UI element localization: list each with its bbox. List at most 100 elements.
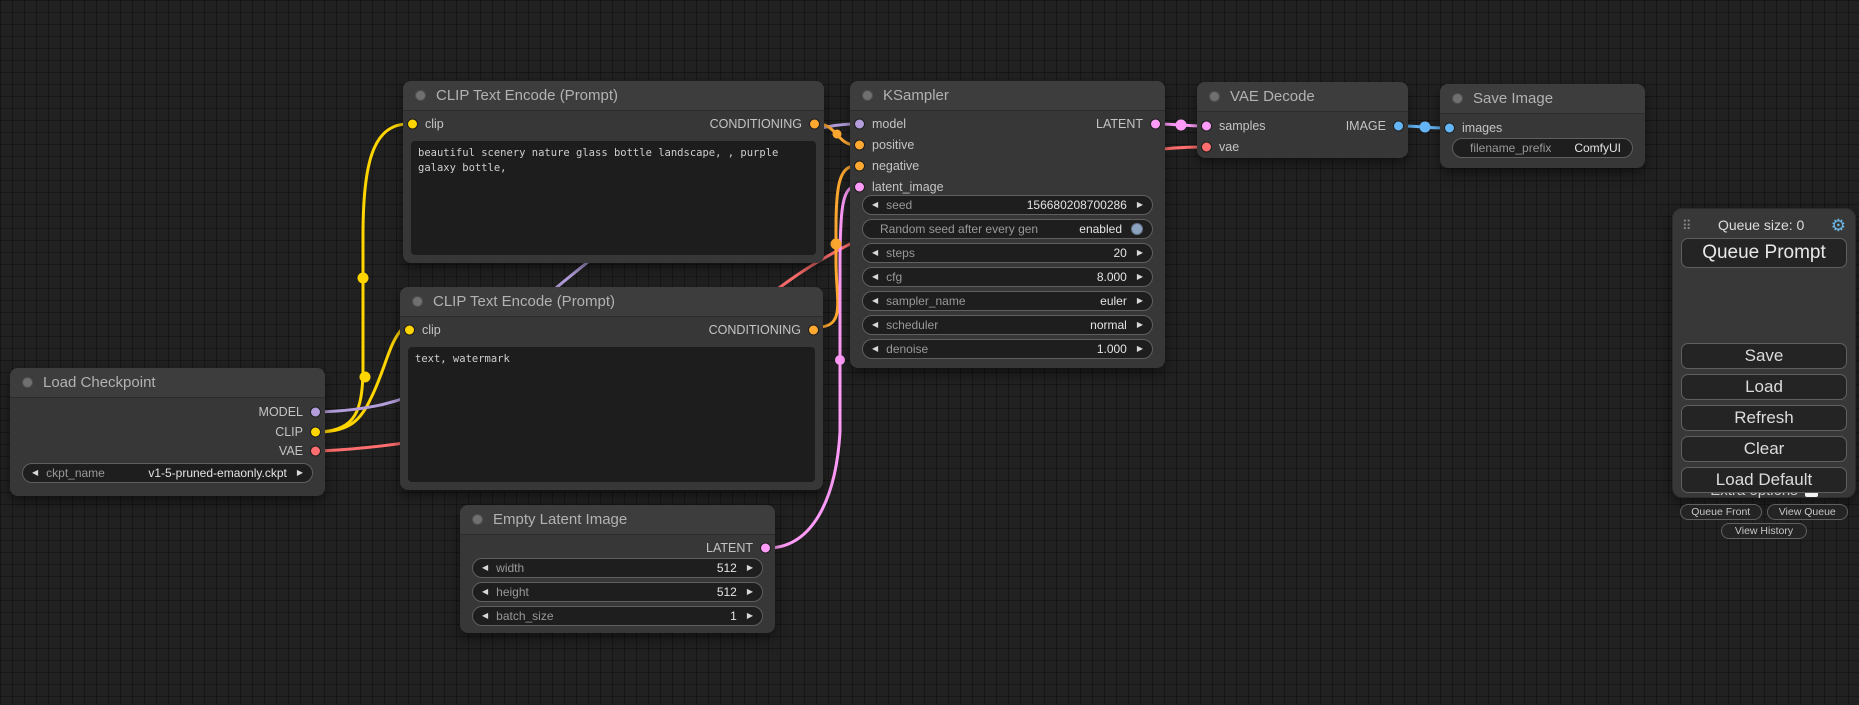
node-title-bar[interactable]: Empty Latent Image — [460, 505, 775, 535]
increment-arrow-icon[interactable]: ▶ — [1137, 297, 1143, 305]
model-input-port[interactable] — [855, 120, 864, 129]
settings-gear-icon[interactable]: ⚙ — [1831, 217, 1846, 234]
collapse-dot-icon[interactable] — [22, 377, 33, 388]
increment-arrow-icon[interactable]: ▶ — [297, 469, 303, 477]
filename-prefix-widget[interactable]: filename_prefix ComfyUI — [1452, 138, 1633, 158]
node-title-bar[interactable]: KSampler — [850, 81, 1165, 111]
image-output-port[interactable] — [1394, 122, 1403, 131]
widget-label: Random seed after every gen — [880, 222, 1038, 236]
increment-arrow-icon[interactable]: ▶ — [747, 612, 753, 620]
batch-size-widget[interactable]: ◀ batch_size 1 ▶ — [472, 606, 763, 626]
increment-arrow-icon[interactable]: ▶ — [1137, 273, 1143, 281]
node-save-image[interactable]: Save Image images filename_prefix ComfyU… — [1440, 84, 1645, 168]
positive-prompt-textarea[interactable]: beautiful scenery nature glass bottle la… — [411, 141, 816, 255]
decrement-arrow-icon[interactable]: ◀ — [872, 201, 878, 209]
latent-output-port[interactable] — [1151, 120, 1160, 129]
link-midpoint-dot — [831, 239, 842, 250]
node-vae-decode[interactable]: VAE Decode samples vae IMAGE — [1197, 82, 1408, 158]
cfg-widget[interactable]: ◀ cfg 8.000 ▶ — [862, 267, 1153, 287]
scheduler-widget[interactable]: ◀ scheduler normal ▶ — [862, 315, 1153, 335]
node-empty-latent-image[interactable]: Empty Latent Image LATENT ◀ width 512 ▶ … — [460, 505, 775, 633]
increment-arrow-icon[interactable]: ▶ — [747, 588, 753, 596]
negative-prompt-textarea[interactable]: text, watermark — [408, 347, 815, 482]
toggle-indicator-icon[interactable] — [1131, 223, 1143, 235]
collapse-dot-icon[interactable] — [472, 514, 483, 525]
decrement-arrow-icon[interactable]: ◀ — [872, 321, 878, 329]
link-midpoint-dot — [833, 130, 842, 139]
node-title-bar[interactable]: VAE Decode — [1197, 82, 1408, 112]
node-title-bar[interactable]: CLIP Text Encode (Prompt) — [400, 287, 823, 317]
load-default-button[interactable]: Load Default — [1681, 467, 1847, 493]
decrement-arrow-icon[interactable]: ◀ — [482, 588, 488, 596]
vae-input-port[interactable] — [1202, 143, 1211, 152]
slot-clip-input: clip — [403, 114, 444, 134]
positive-input-port[interactable] — [855, 141, 864, 150]
decrement-arrow-icon[interactable]: ◀ — [482, 564, 488, 572]
decrement-arrow-icon[interactable]: ◀ — [32, 469, 38, 477]
conditioning-output-port[interactable] — [810, 120, 819, 129]
node-load-checkpoint[interactable]: Load Checkpoint MODEL CLIP VAE ◀ ckpt_na… — [10, 368, 325, 496]
decrement-arrow-icon[interactable]: ◀ — [482, 612, 488, 620]
conditioning-output-port[interactable] — [809, 326, 818, 335]
node-clip-text-encode-negative[interactable]: CLIP Text Encode (Prompt) clip CONDITION… — [400, 287, 823, 490]
node-graph-canvas[interactable]: Load Checkpoint MODEL CLIP VAE ◀ ckpt_na… — [0, 0, 1859, 705]
model-output-port[interactable] — [311, 408, 320, 417]
view-queue-button[interactable]: View Queue — [1767, 504, 1849, 520]
vae-output-port[interactable] — [311, 447, 320, 456]
clip-input-port[interactable] — [405, 326, 414, 335]
queue-front-button[interactable]: Queue Front — [1680, 504, 1762, 520]
denoise-widget[interactable]: ◀ denoise 1.000 ▶ — [862, 339, 1153, 359]
negative-input-port[interactable] — [855, 162, 864, 171]
slot-label: LATENT — [1096, 117, 1143, 131]
load-button[interactable]: Load — [1681, 374, 1847, 400]
ckpt-name-widget[interactable]: ◀ ckpt_name v1-5-pruned-emaonly.ckpt ▶ — [22, 463, 313, 483]
node-title-bar[interactable]: Load Checkpoint — [10, 368, 325, 398]
node-clip-text-encode-positive[interactable]: CLIP Text Encode (Prompt) clip CONDITION… — [403, 81, 824, 263]
increment-arrow-icon[interactable]: ▶ — [1137, 321, 1143, 329]
refresh-button[interactable]: Refresh — [1681, 405, 1847, 431]
width-widget[interactable]: ◀ width 512 ▶ — [472, 558, 763, 578]
drag-handle-icon[interactable]: ⠿ — [1682, 219, 1692, 232]
decrement-arrow-icon[interactable]: ◀ — [872, 297, 878, 305]
node-title-bar[interactable]: Save Image — [1440, 84, 1645, 114]
decrement-arrow-icon[interactable]: ◀ — [872, 345, 878, 353]
collapse-dot-icon[interactable] — [412, 296, 423, 307]
slot-label: LATENT — [706, 541, 753, 555]
collapse-dot-icon[interactable] — [415, 90, 426, 101]
slot-label: vae — [1219, 140, 1239, 154]
node-title: KSampler — [883, 87, 949, 104]
widget-label: cfg — [886, 270, 902, 284]
clear-button[interactable]: Clear — [1681, 436, 1847, 462]
node-title: VAE Decode — [1230, 88, 1315, 105]
latent-image-input-port[interactable] — [855, 183, 864, 192]
view-history-button[interactable]: View History — [1721, 523, 1807, 539]
random-seed-widget[interactable]: Random seed after every gen enabled — [862, 219, 1153, 239]
sampler-name-widget[interactable]: ◀ sampler_name euler ▶ — [862, 291, 1153, 311]
increment-arrow-icon[interactable]: ▶ — [747, 564, 753, 572]
decrement-arrow-icon[interactable]: ◀ — [872, 273, 878, 281]
decrement-arrow-icon[interactable]: ◀ — [872, 249, 878, 257]
node-ksampler[interactable]: KSampler model positive negative latent_… — [850, 81, 1165, 368]
increment-arrow-icon[interactable]: ▶ — [1137, 249, 1143, 257]
clip-output-port[interactable] — [311, 428, 320, 437]
widget-label: batch_size — [496, 609, 553, 623]
slot-latent-image-input: latent_image — [850, 177, 944, 197]
seed-widget[interactable]: ◀ seed 156680208700286 ▶ — [862, 195, 1153, 215]
images-input-port[interactable] — [1445, 124, 1454, 133]
samples-input-port[interactable] — [1202, 122, 1211, 131]
height-widget[interactable]: ◀ height 512 ▶ — [472, 582, 763, 602]
slot-model-input: model — [850, 114, 906, 134]
collapse-dot-icon[interactable] — [1452, 93, 1463, 104]
latent-output-port[interactable] — [761, 544, 770, 553]
save-button[interactable]: Save — [1681, 343, 1847, 369]
collapse-dot-icon[interactable] — [862, 90, 873, 101]
increment-arrow-icon[interactable]: ▶ — [1137, 201, 1143, 209]
queue-panel-header: ⠿ Queue size: 0 ⚙ — [1673, 215, 1855, 235]
link-midpoint-dot — [835, 355, 845, 365]
clip-input-port[interactable] — [408, 120, 417, 129]
steps-widget[interactable]: ◀ steps 20 ▶ — [862, 243, 1153, 263]
queue-prompt-button[interactable]: Queue Prompt — [1681, 238, 1847, 268]
collapse-dot-icon[interactable] — [1209, 91, 1220, 102]
node-title-bar[interactable]: CLIP Text Encode (Prompt) — [403, 81, 824, 111]
increment-arrow-icon[interactable]: ▶ — [1137, 345, 1143, 353]
